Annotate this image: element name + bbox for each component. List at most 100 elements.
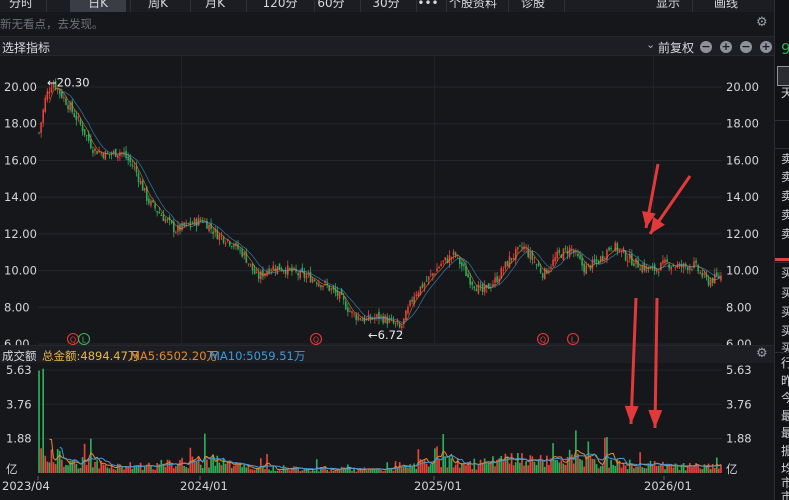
volume-title[interactable]: 成交额 [2, 348, 37, 364]
candle-body [353, 313, 355, 315]
candle-body [272, 265, 275, 271]
zoom-in-button[interactable]: + [720, 41, 732, 53]
event-marker-label: Q [70, 336, 76, 345]
volume-bar [197, 456, 200, 473]
volume-bar [407, 467, 409, 473]
volume-bar [191, 456, 194, 473]
volume-bar [46, 461, 49, 473]
y-tick-left-0: 20.00 [4, 80, 37, 94]
volume-bar [643, 468, 646, 473]
tab-8[interactable]: 个股资料 [442, 0, 504, 12]
volume-bar [322, 468, 324, 473]
candle-body [504, 261, 507, 268]
candle-body [303, 270, 306, 278]
volume-bar [380, 469, 382, 473]
candle-body [583, 263, 585, 273]
pan-left-button[interactable]: − [740, 41, 752, 53]
volume-bar [709, 469, 712, 473]
panel-label-11: 行 [781, 354, 789, 371]
y-tick-right-1: 18.00 [726, 117, 759, 131]
volume-bar [280, 470, 283, 473]
kline-chart[interactable]: 20.00 20.00 18.00 18.00 16.00 16.00 14.00 14.00… [0, 56, 774, 345]
volume-bar [523, 465, 525, 473]
candle-body [90, 139, 92, 149]
tab-2[interactable]: 周K [130, 0, 186, 12]
candle-body [519, 245, 521, 247]
last-price: 9 [781, 40, 789, 58]
volume-chart[interactable]: 5.63 5.63 3.76 3.76 1.88 1.88 亿 亿 [0, 363, 774, 476]
candle-body [243, 252, 246, 256]
panel-label-5: 卖 [781, 225, 789, 242]
volume-bar [71, 460, 74, 473]
candle-body [284, 270, 287, 274]
volume-bar [208, 467, 210, 473]
volume-bar [595, 464, 598, 473]
candle-body [517, 246, 519, 250]
volume-bar [612, 464, 615, 473]
tab-3[interactable]: 月K [188, 0, 242, 12]
volume-bar [251, 469, 254, 473]
volume-bar [357, 470, 360, 473]
candle-body [185, 222, 187, 225]
tab-6[interactable]: 30分 [360, 0, 412, 12]
zoom-out-button[interactable]: − [700, 41, 712, 53]
volume-bar [572, 463, 575, 473]
candle-body [556, 251, 559, 259]
candle-body [579, 255, 581, 259]
candle-body [162, 214, 165, 222]
volume-bar [672, 467, 675, 473]
panel-divider [775, 352, 789, 353]
candle-body [330, 288, 333, 290]
volume-bar [264, 469, 266, 473]
tab-0[interactable]: 分时 [0, 0, 42, 12]
tab-1[interactable]: 日K [70, 0, 126, 12]
pan-right-button[interactable]: + [760, 41, 772, 53]
candle-body [423, 283, 426, 287]
candle-body [429, 274, 432, 276]
volume-bar [79, 467, 82, 473]
candle-body [322, 285, 324, 288]
volume-gear-icon[interactable]: ⚙ [756, 347, 770, 361]
volume-bar [579, 459, 581, 473]
candle-body [127, 156, 129, 161]
tab-5[interactable]: 60分 [306, 0, 356, 12]
tab-4[interactable]: 120分 [250, 0, 310, 12]
volume-bar [415, 468, 418, 473]
tab-11[interactable]: 画线 [702, 0, 750, 12]
select-indicator-button[interactable]: 选择指标 [2, 39, 50, 56]
note-line: 新无看点，去发现。 [0, 14, 760, 34]
volume-bar [535, 464, 538, 473]
volume-bar [58, 450, 61, 473]
gear-icon[interactable]: ⚙ [756, 16, 770, 30]
chevron-down-icon[interactable]: ⌄ [646, 38, 655, 51]
candle-body [701, 272, 704, 278]
tab-7[interactable]: ••• [414, 0, 442, 12]
volume-bar [699, 468, 702, 473]
candle-body [75, 115, 78, 121]
candle-body [222, 237, 225, 243]
event-marker-label: Q [313, 336, 319, 345]
tab-10[interactable]: 显示 [648, 0, 688, 12]
candle-body [411, 299, 413, 302]
volume-bar [259, 458, 262, 473]
volume-bar [427, 466, 430, 473]
event-marker-label: L [82, 336, 87, 345]
panel-checkbox[interactable] [777, 66, 789, 86]
volume-tick-right-1: 3.76 [726, 397, 752, 411]
panel-label-0: 天 [781, 84, 789, 101]
volume-bar [104, 464, 107, 473]
volume-bar [639, 452, 641, 473]
candle-body [233, 245, 235, 247]
volume-bar [527, 465, 530, 473]
adjust-mode-dropdown[interactable]: 前复权 [658, 39, 694, 56]
candle-body [537, 263, 540, 267]
volume-ma10-line [59, 446, 722, 470]
panel-label-8: 买 [781, 303, 789, 320]
candle-body [175, 232, 177, 234]
volume-bar [204, 433, 206, 473]
volume-bar [529, 455, 532, 473]
volume-bar [645, 468, 648, 473]
volume-bar [456, 458, 459, 473]
tab-9[interactable]: 诊股 [506, 0, 560, 12]
volume-unit-right: 亿 [726, 462, 738, 476]
